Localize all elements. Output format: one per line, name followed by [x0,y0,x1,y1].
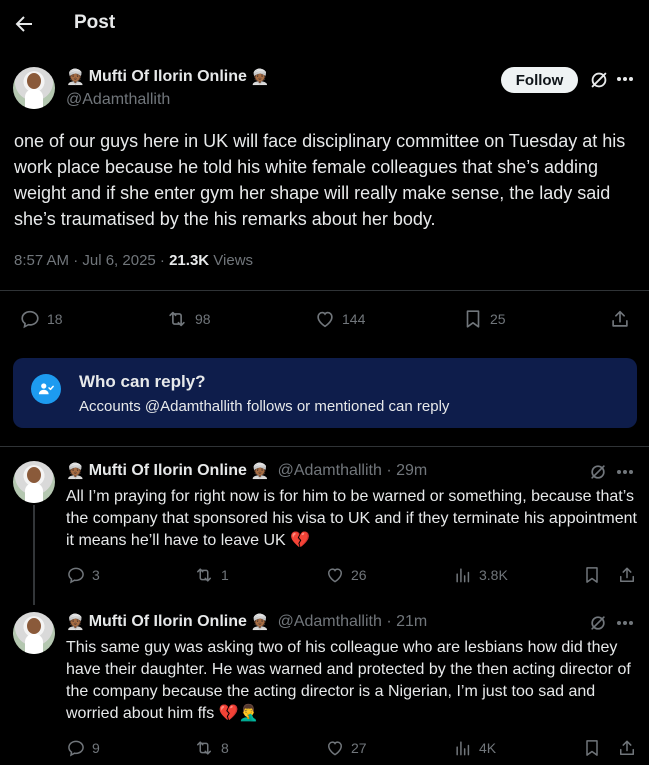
bookmark-icon [582,565,602,585]
bookmark-icon [582,738,602,758]
turban-emoji: 👳🏾 [66,463,85,480]
heart-icon [325,565,345,585]
reply-author-name[interactable]: Mufti Of Ilorin Online [89,462,247,480]
share-action[interactable] [617,565,637,585]
views-count: 21.3K [169,252,210,269]
analytics-icon [453,738,473,758]
turban-emoji: 👳🏾 [250,614,270,631]
reply-count: 9 [92,740,100,756]
reply-icon [66,738,86,758]
post-actions: 18 98 144 25 [0,308,649,332]
more-options-icon[interactable] [615,617,637,639]
share-action[interactable] [617,738,637,758]
share-action[interactable] [609,308,631,330]
repost-count: 98 [195,311,211,327]
share-icon [617,565,637,585]
repost-action[interactable]: 8 [193,738,229,758]
like-action[interactable]: 144 [314,308,365,330]
avatar[interactable] [13,461,55,503]
grok-icon[interactable] [588,69,610,91]
like-action[interactable]: 27 [325,738,367,758]
heart-icon [325,738,345,758]
repost-icon [193,565,215,585]
reply-author-row[interactable]: 👳🏾 Mufti Of Ilorin Online 👳🏾 @Adamthalli… [66,613,427,631]
views-action[interactable]: 4K [453,738,496,758]
repost-count: 8 [221,740,229,756]
bookmark-action[interactable] [582,738,602,758]
like-count: 27 [351,740,367,756]
views-action[interactable]: 3.8K [453,565,508,585]
bookmark-icon [462,308,484,330]
turban-emoji: 👳🏾 [250,69,270,86]
share-icon [617,738,637,758]
turban-emoji: 👳🏾 [66,614,85,631]
divider [0,290,649,291]
more-options-icon[interactable] [615,73,637,95]
views-count: 4K [479,740,497,756]
reply-actions: 3 1 26 3.8K [0,565,649,589]
views-label: Views [213,252,254,269]
repost-icon [165,308,189,330]
reply-count: 18 [47,311,63,327]
bookmark-action[interactable]: 25 [462,308,506,330]
mention-icon [31,374,61,404]
more-options-icon[interactable] [615,466,637,488]
reply-actions: 9 8 27 4K [0,738,649,762]
who-can-reply-subtitle: Accounts @Adamthallith follows or mentio… [79,398,450,415]
like-count: 144 [342,311,366,327]
reply-action[interactable]: 3 [66,565,100,585]
grok-icon[interactable] [588,462,610,484]
like-action[interactable]: 26 [325,565,367,585]
reply-text: All I’m praying for right now is for him… [66,488,637,549]
reply-action[interactable]: 9 [66,738,100,758]
reply-author-row[interactable]: 👳🏾 Mufti Of Ilorin Online 👳🏾 @Adamthalli… [66,462,427,480]
who-can-reply-box: Who can reply? Accounts @Adamthallith fo… [13,358,637,428]
repost-action[interactable]: 98 [165,308,211,330]
grok-icon[interactable] [588,613,610,635]
reply-author-name[interactable]: Mufti Of Ilorin Online [89,613,247,631]
reply-handle-time[interactable]: @Adamthallith · 21m [278,613,428,631]
reply-action[interactable]: 18 [19,308,63,330]
heart-icon [314,308,336,330]
reply-count: 3 [92,567,100,583]
thread-line [33,505,35,605]
turban-emoji: 👳🏾 [250,463,270,480]
avatar[interactable] [13,612,55,654]
author-name-row[interactable]: 👳🏾 Mufti Of Ilorin Online 👳🏾 [66,68,270,86]
repost-action[interactable]: 1 [193,565,229,585]
bookmark-count: 25 [490,311,506,327]
views-count: 3.8K [479,567,508,583]
repost-count: 1 [221,567,229,583]
like-count: 26 [351,567,367,583]
post-text: one of our guys here in UK will face dis… [14,131,626,229]
post-meta: 8:57 AM · Jul 6, 2025 · 21.3K Views [14,252,253,269]
page-title: Post [74,12,116,33]
divider [0,446,649,447]
header: Post [0,0,649,48]
post-time[interactable]: 8:57 AM · Jul 6, 2025 · [14,252,165,269]
author-handle[interactable]: @Adamthallith [66,91,170,109]
who-can-reply-title: Who can reply? [79,372,206,391]
reply-text: This same guy was asking two of his coll… [66,639,631,722]
turban-emoji: 👳🏾 [66,69,85,86]
reply-icon [19,308,41,330]
avatar[interactable] [13,67,55,109]
follow-button[interactable]: Follow [501,67,578,93]
back-arrow-icon[interactable] [12,12,36,36]
share-icon [609,308,631,330]
analytics-icon [453,565,473,585]
author-name[interactable]: Mufti Of Ilorin Online [89,68,247,86]
bookmark-action[interactable] [582,565,602,585]
repost-icon [193,738,215,758]
reply-handle-time[interactable]: @Adamthallith · 29m [278,462,428,480]
reply-icon [66,565,86,585]
